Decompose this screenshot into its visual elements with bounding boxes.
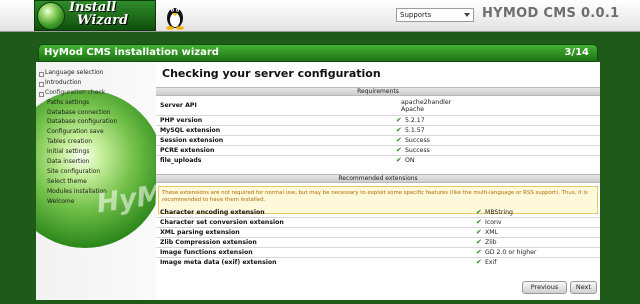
previous-button[interactable]: Previous xyxy=(522,281,567,294)
nav-item-select-theme[interactable]: Select theme xyxy=(38,178,156,187)
extension-label: Zlib Compression extension xyxy=(160,239,257,246)
wizard-steps-nav: Language selection Introduction Configur… xyxy=(38,69,156,206)
requirement-row-server-api: Server API apache2handler Apache xyxy=(156,99,600,115)
nav-item-database-configuration[interactable]: Database configuration xyxy=(38,118,156,127)
nav-item-initial-settings[interactable]: Initial settings xyxy=(38,148,156,157)
requirement-value: Success xyxy=(405,147,430,154)
chevron-down-icon xyxy=(464,13,470,17)
recommended-extensions-heading: Recommended extensions xyxy=(156,174,600,183)
extension-label: Character set conversion extension xyxy=(160,219,284,226)
logo-line-2: Wizard xyxy=(77,13,129,28)
extension-value: Exif xyxy=(485,259,497,266)
checkmark-icon: ✔ xyxy=(476,218,482,226)
page-title: Checking your server configuration xyxy=(162,67,381,80)
extension-value: GD 2.0 or higher xyxy=(485,249,537,256)
requirement-row-mysql: MySQL extension ✔ 5.1.57 xyxy=(156,126,600,135)
tux-penguin-icon xyxy=(166,8,184,30)
checkmark-icon: ✔ xyxy=(476,238,482,246)
requirement-label: Session extension xyxy=(160,137,224,144)
nav-item-database-connection[interactable]: Database connection xyxy=(38,109,156,118)
wizard-step-counter: 3/14 xyxy=(564,47,589,58)
extension-value: MBString xyxy=(485,209,513,216)
wizard-title: HyMod CMS installation wizard xyxy=(44,47,219,58)
requirement-row-php: PHP version ✔ 5.2.17 xyxy=(156,116,600,125)
requirement-row-pcre: PCRE extension ✔ Success xyxy=(156,146,600,155)
top-header: Install Wizard Supports HYMOD CMS 0.0.1 xyxy=(0,0,640,32)
requirement-label: PHP version xyxy=(160,117,203,124)
requirement-value: 5.2.17 xyxy=(405,117,425,124)
checkmark-icon: ✔ xyxy=(476,248,482,256)
wizard-title-bar: HyMod CMS installation wizard 3/14 xyxy=(38,44,598,62)
requirement-value: 5.1.57 xyxy=(405,127,425,134)
requirement-value-secondary: Apache xyxy=(401,106,425,113)
nav-item-site-configuration[interactable]: Site configuration xyxy=(38,168,156,177)
extension-label: Image meta data (exif) extension xyxy=(160,259,277,266)
checkmark-icon: ✔ xyxy=(476,228,482,236)
extension-row-xml: XML parsing extension ✔ XML xyxy=(156,228,600,237)
checkmark-icon: ✔ xyxy=(396,156,402,164)
nav-item-introduction[interactable]: Introduction xyxy=(38,79,156,88)
wizard-panel: HyMod CMS Language selection Introductio… xyxy=(36,62,600,300)
nav-item-paths-settings[interactable]: Paths settings xyxy=(38,99,156,108)
extension-label: Image functions extension xyxy=(160,249,253,256)
nav-item-modules-installation[interactable]: Modules installation xyxy=(38,188,156,197)
requirement-value: Success xyxy=(405,137,430,144)
extension-value: XML xyxy=(485,229,499,236)
extension-row-zlib: Zlib Compression extension ✔ Zlib xyxy=(156,238,600,247)
requirement-value: ON xyxy=(405,157,415,164)
sidebar: HyMod CMS Language selection Introductio… xyxy=(36,62,156,300)
checkmark-icon: ✔ xyxy=(396,116,402,124)
extension-row-mbstring: Character encoding extension ✔ MBString xyxy=(156,208,600,217)
language-select-value: Supports xyxy=(400,11,432,19)
extension-value: Zlib xyxy=(485,239,497,246)
extension-label: Character encoding extension xyxy=(160,209,265,216)
nav-item-language-selection[interactable]: Language selection xyxy=(38,69,156,78)
checkmark-icon: ✔ xyxy=(396,146,402,154)
next-button[interactable]: Next xyxy=(570,281,597,294)
extension-row-iconv: Character set conversion extension ✔ Ico… xyxy=(156,218,600,227)
requirement-label: MySQL extension xyxy=(160,127,221,134)
requirement-row-file-uploads: file_uploads ✔ ON xyxy=(156,156,600,165)
checkmark-icon: ✔ xyxy=(396,136,402,144)
extension-label: XML parsing extension xyxy=(160,229,240,236)
nav-item-data-insertion[interactable]: Data insertion xyxy=(38,158,156,167)
nav-item-welcome[interactable]: Welcome xyxy=(38,198,156,207)
requirement-label: file_uploads xyxy=(160,157,202,164)
install-wizard-logo: Install Wizard xyxy=(34,0,184,31)
extension-row-gd: Image functions extension ✔ GD 2.0 or hi… xyxy=(156,248,600,257)
nav-item-configuration-check[interactable]: Configuration check xyxy=(38,89,156,98)
nav-item-configuration-save[interactable]: Configuration save xyxy=(38,128,156,137)
checkmark-icon: ✔ xyxy=(476,208,482,216)
requirements-heading: Requirements xyxy=(156,87,600,96)
checkmark-icon: ✔ xyxy=(396,126,402,134)
extension-value: Iconv xyxy=(485,219,502,226)
language-select[interactable]: Supports xyxy=(396,8,474,22)
hymod-orb-icon xyxy=(37,2,65,30)
main-content: Checking your server configuration Requi… xyxy=(156,62,600,300)
requirement-label: Server API xyxy=(160,102,197,109)
requirement-row-session: Session extension ✔ Success xyxy=(156,136,600,145)
requirement-label: PCRE extension xyxy=(160,147,215,154)
checkmark-icon: ✔ xyxy=(476,258,482,266)
requirement-value: apache2handler xyxy=(401,99,452,106)
nav-item-tables-creation[interactable]: Tables creation xyxy=(38,138,156,147)
app-title: HYMOD CMS 0.0.1 xyxy=(482,6,620,21)
extension-row-exif: Image meta data (exif) extension ✔ Exif xyxy=(156,258,600,267)
